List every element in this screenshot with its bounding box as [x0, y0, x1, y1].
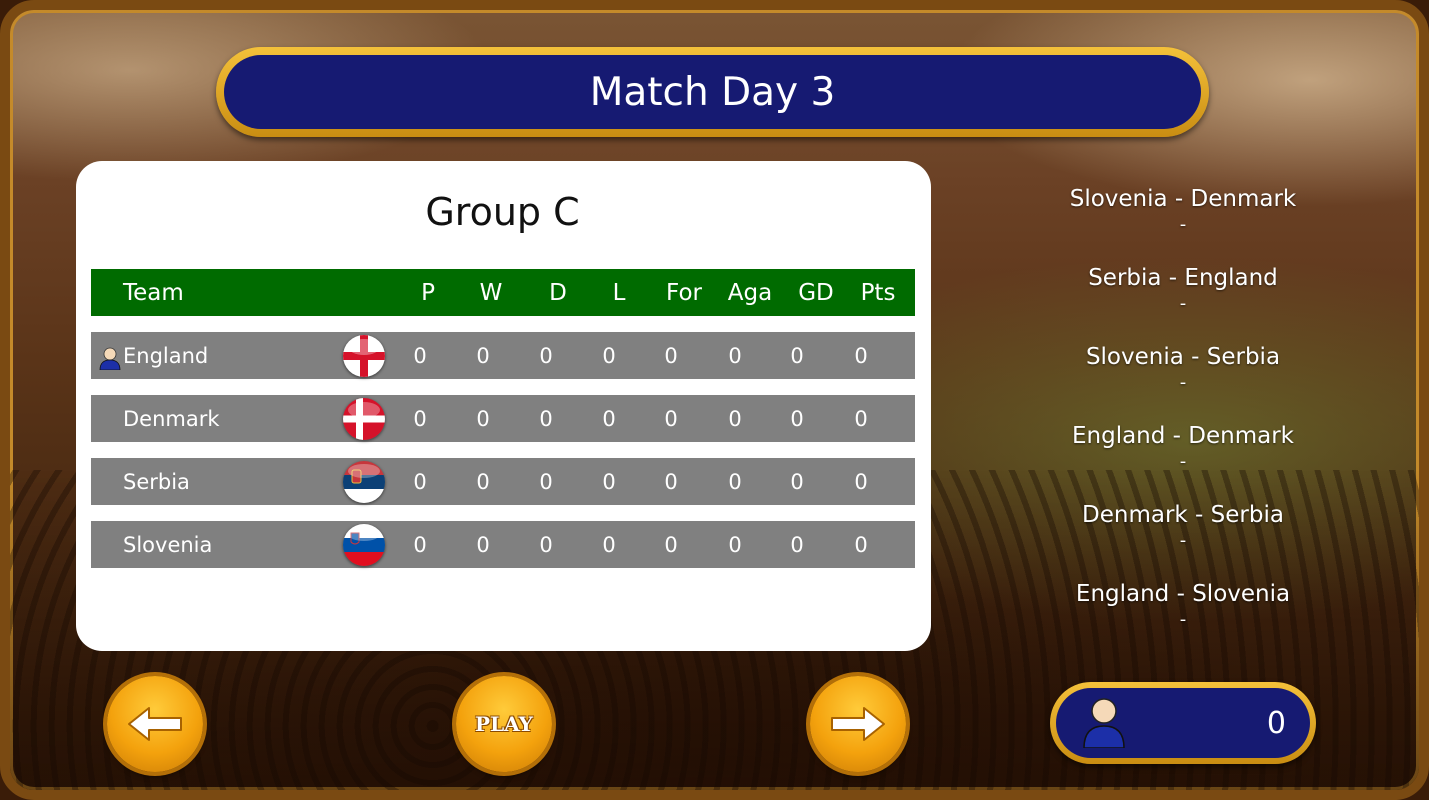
slovenia-flag-icon	[343, 524, 385, 566]
stat-points: 0	[854, 343, 868, 368]
col-for: For	[666, 279, 702, 306]
stat-for: 0	[664, 469, 678, 494]
team-name: Denmark	[123, 406, 220, 431]
player-score-pill: 0	[1050, 682, 1316, 764]
play-button[interactable]: PLAY	[456, 676, 552, 772]
stat-against: 0	[728, 406, 742, 431]
stat-goal-diff: 0	[790, 532, 804, 557]
stat-points: 0	[854, 532, 868, 557]
fixtures-list: Slovenia - Denmark - Serbia - England - …	[1042, 183, 1324, 657]
stat-lost: 0	[602, 469, 616, 494]
stat-won: 0	[476, 406, 490, 431]
table-row[interactable]: Serbia 0 0 0 0 0 0 0 0	[91, 458, 915, 505]
stat-goal-diff: 0	[790, 406, 804, 431]
stat-played: 0	[413, 469, 427, 494]
col-against: Aga	[727, 279, 773, 306]
user-marker-icon	[99, 347, 121, 370]
stat-played: 0	[413, 343, 427, 368]
fixture-item: England - Denmark -	[1042, 420, 1324, 499]
player-score: 0	[1266, 705, 1286, 741]
next-button[interactable]	[810, 676, 906, 772]
stat-for: 0	[664, 343, 678, 368]
stat-won: 0	[476, 343, 490, 368]
fixture-score: -	[1179, 372, 1187, 393]
stat-lost: 0	[602, 343, 616, 368]
stat-against: 0	[728, 532, 742, 557]
stat-won: 0	[476, 532, 490, 557]
fixture-item: Denmark - Serbia -	[1042, 499, 1324, 578]
stat-played: 0	[413, 532, 427, 557]
stat-goal-diff: 0	[790, 343, 804, 368]
fixture-item: England - Slovenia -	[1042, 578, 1324, 657]
col-drawn: D	[549, 279, 567, 306]
stat-points: 0	[854, 406, 868, 431]
stat-won: 0	[476, 469, 490, 494]
standings-header: Team P W D L For Aga GD Pts	[91, 269, 915, 316]
play-label: PLAY	[475, 712, 533, 736]
denmark-flag-icon	[343, 398, 385, 440]
stat-against: 0	[728, 469, 742, 494]
serbia-flag-icon	[343, 461, 385, 503]
arrow-left-icon	[128, 707, 182, 741]
col-team: Team	[123, 279, 184, 306]
stat-points: 0	[854, 469, 868, 494]
table-row[interactable]: Denmark 0 0 0 0 0 0 0 0	[91, 395, 915, 442]
stat-goal-diff: 0	[790, 469, 804, 494]
match-day-banner: Match Day 3	[216, 47, 1209, 137]
fixture-item: Slovenia - Serbia -	[1042, 341, 1324, 420]
table-row[interactable]: Slovenia 0 0 0 0 0 0 0 0	[91, 521, 915, 568]
fixture-item: Slovenia - Denmark -	[1042, 183, 1324, 262]
team-name: England	[123, 343, 209, 368]
stat-drawn: 0	[539, 406, 553, 431]
team-name: Serbia	[123, 469, 190, 494]
stat-lost: 0	[602, 532, 616, 557]
stat-for: 0	[664, 406, 678, 431]
col-played: P	[421, 279, 435, 306]
england-flag-icon	[343, 335, 385, 377]
col-won: W	[479, 279, 503, 306]
fixture-score: -	[1179, 451, 1187, 472]
fixture-match: Denmark - Serbia	[1082, 502, 1284, 528]
fixture-score: -	[1179, 530, 1187, 551]
user-icon	[1083, 698, 1125, 748]
stat-lost: 0	[602, 406, 616, 431]
fixture-match: Slovenia - Serbia	[1085, 344, 1281, 370]
group-title: Group C	[425, 190, 580, 234]
fixture-item: Serbia - England -	[1042, 262, 1324, 341]
stat-drawn: 0	[539, 469, 553, 494]
previous-button[interactable]	[107, 676, 203, 772]
arrow-right-icon	[831, 707, 885, 741]
fixture-score: -	[1179, 609, 1187, 630]
fixture-score: -	[1179, 293, 1187, 314]
stat-played: 0	[413, 406, 427, 431]
table-row[interactable]: England 0 0 0 0 0 0 0 0	[91, 332, 915, 379]
col-goal-diff: GD	[798, 279, 834, 306]
fixture-score: -	[1179, 214, 1187, 235]
stat-drawn: 0	[539, 343, 553, 368]
stat-for: 0	[664, 532, 678, 557]
col-lost: L	[612, 279, 626, 306]
fixture-match: England - Slovenia	[1075, 581, 1291, 607]
stat-drawn: 0	[539, 532, 553, 557]
fixture-match: Slovenia - Denmark	[1069, 186, 1297, 212]
fixture-match: Serbia - England	[1088, 265, 1278, 291]
match-day-title: Match Day 3	[224, 55, 1201, 129]
team-name: Slovenia	[123, 532, 213, 557]
col-points: Pts	[860, 279, 896, 306]
fixture-match: England - Denmark	[1071, 423, 1294, 449]
stat-against: 0	[728, 343, 742, 368]
